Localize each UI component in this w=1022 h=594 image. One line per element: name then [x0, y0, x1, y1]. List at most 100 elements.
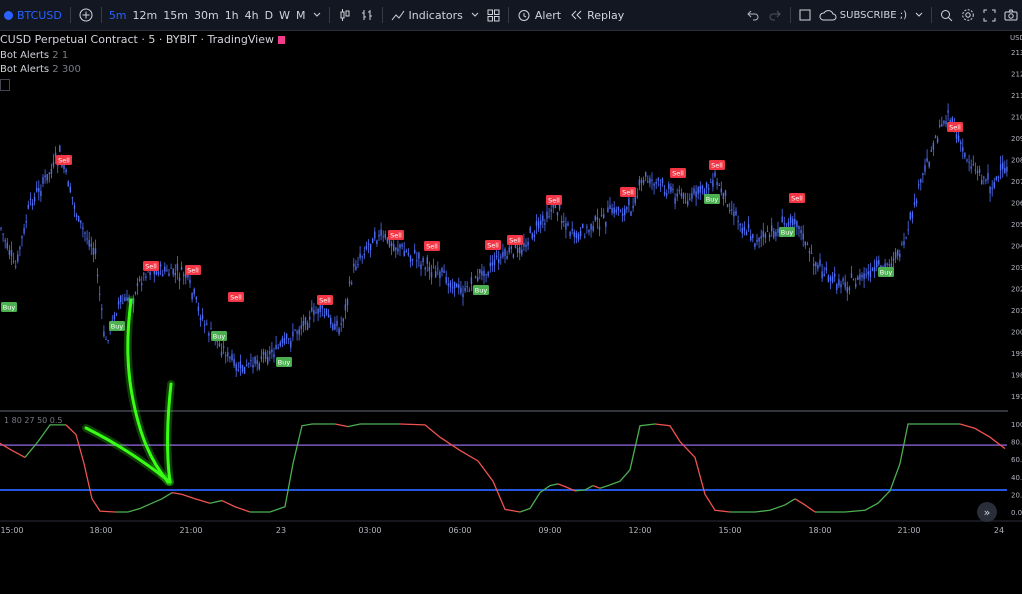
candle-body [199, 317, 202, 321]
bar-style-icon[interactable] [356, 0, 378, 30]
interval-15m[interactable]: 15m [160, 0, 191, 30]
interval-30m[interactable]: 30m [191, 0, 222, 30]
candle-body [264, 352, 267, 360]
candle-body [857, 276, 859, 280]
legend-indicator-1-name[interactable]: Bot Alerts [0, 50, 49, 61]
interval-w[interactable]: W [276, 0, 293, 30]
candle-body [248, 363, 250, 365]
sell-signal: Sell [485, 240, 501, 250]
snapshot-camera-icon[interactable] [1000, 0, 1022, 30]
time-tick-label: 18:00 [808, 526, 831, 535]
candle-style-icon[interactable] [334, 0, 356, 30]
candle-body [283, 338, 286, 344]
flag-icon[interactable] [277, 36, 285, 44]
candle-body [447, 283, 449, 286]
interval-dropdown-icon[interactable] [309, 0, 325, 30]
fullscreen-square-icon[interactable] [795, 0, 815, 30]
compare-add-icon[interactable] [75, 0, 97, 30]
candle-body [932, 142, 935, 150]
candle-body [806, 243, 809, 245]
candle-body [222, 346, 225, 348]
candle-body [376, 240, 378, 245]
legend-collapse-button[interactable] [0, 78, 10, 91]
scroll-to-realtime-button[interactable]: » [977, 502, 997, 522]
interval-5m[interactable]: 5m [106, 0, 130, 30]
candle-body [579, 230, 582, 237]
alert-button[interactable]: Alert [513, 0, 565, 30]
candle-body [27, 204, 29, 209]
candle-body [451, 287, 454, 289]
sell-signal: Sell [546, 195, 562, 205]
settings-gear-icon[interactable] [957, 0, 979, 30]
search-icon[interactable] [936, 0, 957, 30]
candle-body [33, 196, 36, 202]
divider [69, 7, 71, 23]
fullscreen-icon[interactable] [979, 0, 1000, 30]
candle-body [785, 223, 788, 225]
interval-12m[interactable]: 12m [130, 0, 161, 30]
indicators-dropdown-icon[interactable] [467, 0, 483, 30]
candle-body [141, 283, 143, 286]
candle-body [752, 234, 754, 239]
candle-body [995, 176, 998, 181]
candle-body [762, 231, 764, 237]
candle-body [586, 226, 588, 228]
candle-body [269, 351, 271, 354]
subscribe-button[interactable]: SUBSCRIBE ;) [815, 0, 911, 30]
candle-body [789, 216, 792, 223]
undo-icon[interactable] [742, 0, 764, 30]
legend-indicator-2-name[interactable]: Bot Alerts [0, 64, 49, 75]
candle-body [747, 224, 750, 229]
candle-body [300, 325, 302, 329]
candle-body [542, 215, 544, 222]
indicators-button[interactable]: Indicators [387, 0, 467, 30]
candle-body [834, 273, 836, 277]
interval-1h[interactable]: 1h [222, 0, 242, 30]
candle-body [529, 227, 531, 234]
candle-body [527, 241, 529, 246]
candle-body [754, 243, 756, 247]
interval-d[interactable]: D [262, 0, 276, 30]
interval-m[interactable]: M [293, 0, 309, 30]
symbol-search[interactable]: BTCUSD [0, 0, 66, 30]
candle-body [798, 226, 800, 230]
time-tick-label: 21:00 [179, 526, 202, 535]
candle-body [94, 248, 97, 255]
interval-4h[interactable]: 4h [242, 0, 262, 30]
price-axis[interactable]: USD 213 212 211 210 209 208 207 206 205 204 203 202 2… [1008, 31, 1022, 521]
candle-body [69, 186, 71, 193]
sell-signal: Sell [507, 235, 523, 245]
candle-body [206, 323, 208, 325]
candle-body [691, 193, 693, 199]
candle-body [598, 226, 601, 230]
candle-body [229, 356, 231, 359]
candle-body [208, 333, 210, 336]
replay-button[interactable]: Replay [565, 0, 628, 30]
candle-body [71, 196, 74, 199]
candle-body [735, 210, 737, 216]
candle-body [382, 236, 384, 238]
candle-body [0, 227, 2, 229]
candle-body [178, 277, 181, 282]
time-tick-label: 15:00 [0, 526, 23, 535]
candle-body [915, 200, 918, 204]
candle-body [195, 296, 197, 300]
candle-body [558, 204, 561, 209]
layout-dropdown-icon[interactable] [911, 0, 927, 30]
redo-icon[interactable] [764, 0, 786, 30]
candle-body [947, 110, 949, 113]
candle-body [416, 260, 418, 262]
candle-body [48, 172, 50, 174]
candle-body [10, 249, 13, 257]
signal-label: Buy [213, 333, 226, 341]
candle-body [23, 227, 25, 234]
chart-canvas[interactable]: Sell Sell Sell Sell Sell Sell Sell Sell Sell Sell… [0, 31, 1022, 594]
candle-body [401, 244, 403, 247]
candle-body [577, 233, 580, 240]
layouts-grid-icon[interactable] [483, 0, 504, 30]
candle-body [309, 316, 311, 320]
candle-body [279, 342, 281, 346]
candle-body [189, 279, 191, 284]
candle-body [546, 211, 548, 219]
oscillator-tick-label: 20.00 [1011, 491, 1022, 499]
